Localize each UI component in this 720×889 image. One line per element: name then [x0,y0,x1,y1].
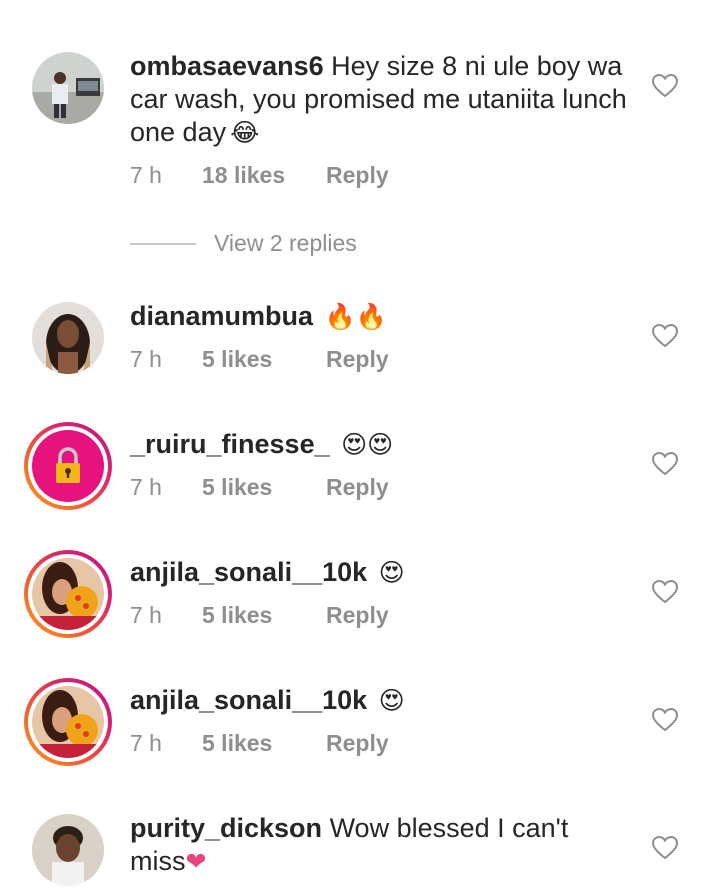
comment-likes[interactable]: 5 likes [202,474,326,501]
comment-text: dianamumbua 🔥🔥 [130,300,630,334]
comment-likes[interactable]: 5 likes [202,602,326,629]
comment-emoji: 😂 [230,119,260,147]
reply-button[interactable]: Reply [326,346,389,373]
comment-time: 7 h [130,162,162,188]
comment-time: 7 h [130,346,162,372]
comment-username[interactable]: purity_dickson [130,813,322,843]
comment-meta: 7 h 5 likes Reply [130,730,389,757]
heart-outline-icon[interactable] [652,836,678,860]
comment-text: _ruiru_finesse_ 😍😍 [130,428,630,462]
comment-username[interactable]: dianamumbua [130,301,313,331]
view-replies-button[interactable]: View 2 replies [130,230,357,257]
comment-meta: 7 h 5 likes Reply [130,346,389,373]
comment-time: 7 h [130,602,162,628]
avatar[interactable] [32,302,104,374]
view-replies-label: View 2 replies [214,230,357,256]
comment-meta: 7 h 18 likes Reply [130,162,389,189]
comment-time: 7 h [130,474,162,500]
comment-username[interactable]: ombasaevans6 [130,51,324,81]
reply-button[interactable]: Reply [326,162,389,189]
comment-username[interactable]: _ruiru_finesse_ [130,429,330,459]
avatar [32,686,104,758]
comment-emoji: 😍 [378,559,405,587]
comment-emoji: 😍 [378,687,405,715]
lock-icon [32,430,104,502]
avatar-photo [32,686,104,758]
divider-line [130,242,196,245]
comment-emoji: ❤ [185,848,207,876]
comment-username[interactable]: anjila_sonali__10k [130,685,367,715]
comment-text: anjila_sonali__10k 😍 [130,556,630,590]
comment-username[interactable]: anjila_sonali__10k [130,557,367,587]
comment-likes[interactable]: 5 likes [202,730,326,757]
reply-button[interactable]: Reply [326,474,389,501]
heart-outline-icon[interactable] [652,708,678,732]
comment-text: purity_dickson Wow blessed I can't miss❤ [130,812,630,879]
avatar [32,430,104,502]
heart-outline-icon[interactable] [652,74,678,98]
story-ring[interactable] [24,678,112,766]
comment-time: 7 h [130,730,162,756]
heart-outline-icon[interactable] [652,580,678,604]
comment-meta: 7 h 5 likes Reply [130,474,389,501]
heart-outline-icon[interactable] [652,324,678,348]
avatar [32,558,104,630]
story-ring[interactable] [24,422,112,510]
avatar[interactable] [32,52,104,124]
avatar-photo [32,52,104,124]
story-ring[interactable] [24,550,112,638]
heart-outline-icon[interactable] [652,452,678,476]
reply-button[interactable]: Reply [326,730,389,757]
comment-emoji: 😍😍 [341,431,394,459]
comment-text: ombasaevans6 Hey size 8 ni ule boy wa ca… [130,50,630,150]
reply-button[interactable]: Reply [326,602,389,629]
comment-likes[interactable]: 18 likes [202,162,326,189]
avatar-photo [32,558,104,630]
avatar-photo [32,302,104,374]
comment-emoji: 🔥🔥 [324,303,387,331]
comment-text: anjila_sonali__10k 😍 [130,684,630,718]
avatar-photo [32,814,104,886]
avatar[interactable] [32,814,104,886]
comment-meta: 7 h 5 likes Reply [130,602,389,629]
comment-likes[interactable]: 5 likes [202,346,326,373]
